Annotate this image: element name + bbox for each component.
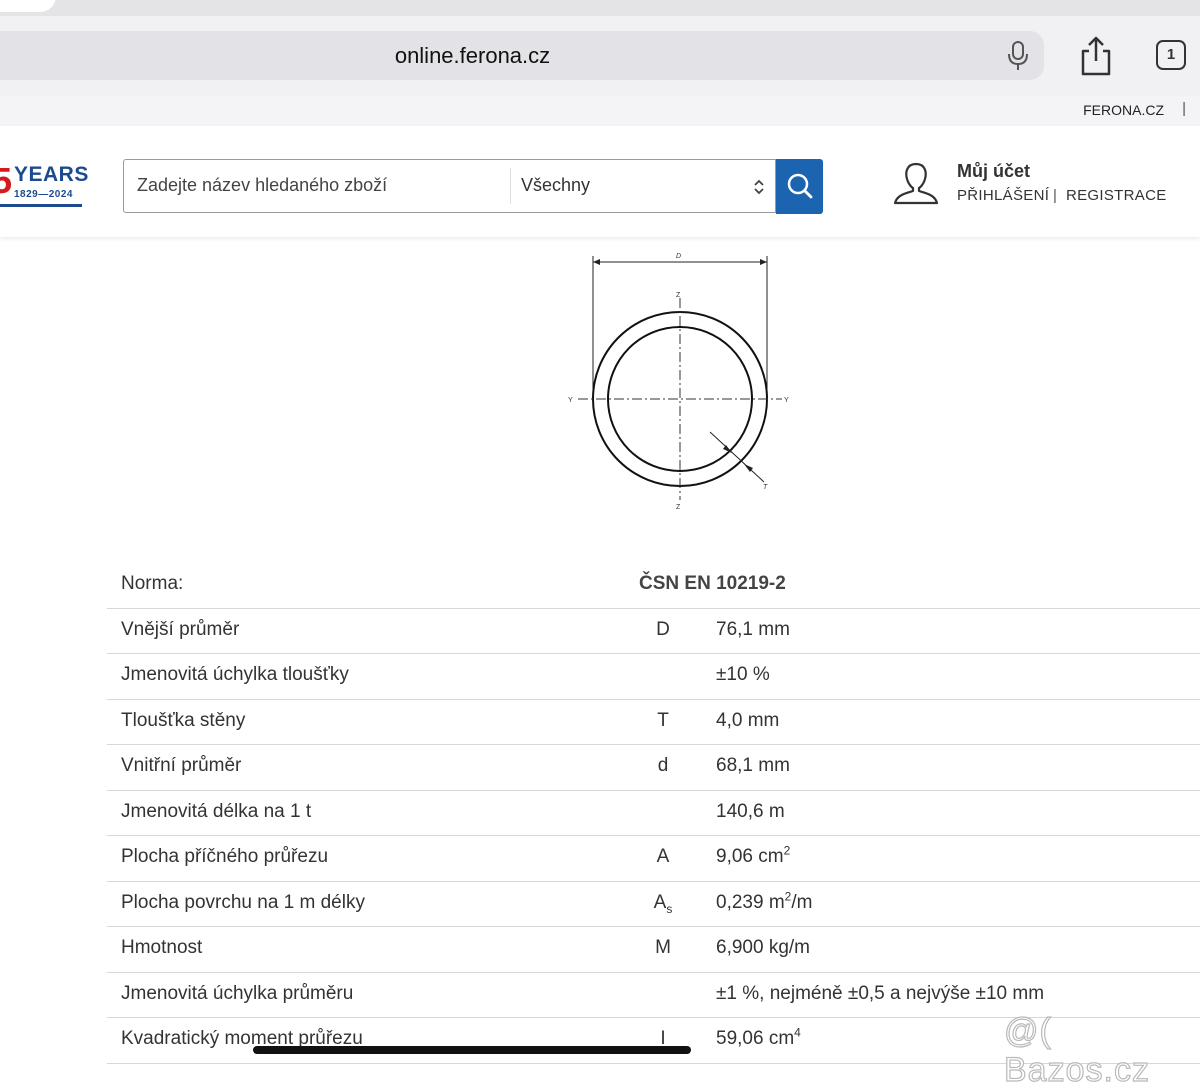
- microphone-icon[interactable]: [1006, 40, 1030, 72]
- norm-value: ČSN EN 10219-2: [639, 573, 786, 594]
- tab-count-button[interactable]: 1: [1156, 40, 1186, 70]
- topbar-separator: |: [1182, 100, 1186, 117]
- property-label: Vnitřní průměr: [121, 755, 242, 776]
- table-row: Plocha povrchu na 1 m délky As 0,239 m2/…: [107, 882, 1200, 927]
- property-value: 140,6 m: [716, 800, 785, 822]
- browser-tab[interactable]: [0, 0, 56, 12]
- property-value: ±1 %, nejméně ±0,5 a nejvýše ±10 mm: [716, 982, 1045, 1004]
- watermark: @( Bazos.cz: [1003, 1011, 1150, 1089]
- property-value: 68,1 mm: [716, 755, 790, 776]
- logo-number: 5: [0, 160, 13, 201]
- property-symbol: As: [653, 891, 673, 916]
- property-symbol: d: [657, 755, 669, 776]
- property-label: Jmenovitá délka na 1 t: [121, 800, 312, 822]
- table-row: Jmenovitá úchylka tloušťky ±10 %: [107, 654, 1200, 700]
- table-row: Plocha příčného průřezu A 9,06 cm2: [107, 836, 1200, 882]
- property-value: 59,06 cm4: [716, 1025, 801, 1049]
- search-button[interactable]: [776, 159, 823, 214]
- ferona-link[interactable]: FERONA.CZ: [1083, 102, 1164, 118]
- dimension-D-label: D: [676, 253, 681, 260]
- property-value: 9,06 cm2: [716, 843, 791, 867]
- logo-underline: [0, 204, 82, 207]
- axis-z-top-label: Z: [676, 292, 681, 299]
- share-icon[interactable]: [1078, 35, 1114, 77]
- tab-strip: [0, 0, 1200, 16]
- properties-table: Norma: ČSN EN 10219-2 Vnější průměr D 76…: [107, 563, 1200, 1064]
- chevron-updown-icon[interactable]: [752, 177, 766, 197]
- axis-y-left-label: Y: [568, 397, 573, 404]
- property-symbol: M: [655, 937, 671, 958]
- property-value: ±10 %: [716, 664, 770, 685]
- table-row: Jmenovitá délka na 1 t 140,6 m: [107, 791, 1200, 836]
- axis-y-right-label: Y: [784, 397, 789, 404]
- home-indicator[interactable]: [253, 1046, 691, 1054]
- table-header-row: Norma: ČSN EN 10219-2: [107, 563, 1200, 609]
- account-title[interactable]: Můj účet: [957, 161, 1030, 182]
- register-link[interactable]: REGISTRACE: [1066, 187, 1167, 204]
- property-symbol: T: [657, 709, 669, 731]
- logo-years: YEARS: [14, 163, 89, 186]
- url-text[interactable]: online.ferona.cz: [0, 43, 945, 69]
- axis-z-bottom-label: Z: [676, 504, 681, 511]
- table-row: Vnitřní průměr d 68,1 mm: [107, 745, 1200, 791]
- property-symbol: A: [656, 846, 670, 867]
- table-row: Hmotnost M 6,900 kg/m: [107, 927, 1200, 973]
- account-separator: |: [1053, 187, 1057, 204]
- property-value: 0,239 m2/m: [716, 889, 813, 913]
- search-icon: [787, 173, 813, 199]
- login-link[interactable]: PŘIHLÁŠENÍ: [957, 187, 1049, 204]
- logo-dates: 1829—2024: [14, 189, 73, 200]
- property-value: 76,1 mm: [716, 618, 790, 640]
- table-row: Tloušťka stěny T 4,0 mm: [107, 700, 1200, 745]
- property-label: Plocha příčného průřezu: [121, 846, 329, 867]
- property-value: 4,0 mm: [716, 709, 780, 731]
- property-label: Jmenovitá úchylka tloušťky: [121, 664, 349, 685]
- property-label: Hmotnost: [121, 937, 203, 958]
- property-label: Vnější průměr: [121, 618, 240, 640]
- property-label: Plocha povrchu na 1 m délky: [121, 891, 365, 913]
- property-label: Jmenovitá úchylka průměru: [121, 982, 354, 1004]
- norm-label: Norma:: [121, 573, 184, 594]
- table-row: Vnější průměr D 76,1 mm: [107, 609, 1200, 654]
- user-icon[interactable]: [892, 160, 940, 208]
- site-topbar: FERONA.CZ |: [0, 96, 1200, 126]
- property-value: 6,900 kg/m: [716, 937, 810, 958]
- property-label: Tloušťka stěny: [121, 709, 246, 731]
- browser-chrome: online.ferona.cz 1: [0, 0, 1200, 97]
- category-select[interactable]: Všechny: [521, 175, 590, 196]
- thickness-T-label: T: [763, 484, 768, 491]
- search-input[interactable]: [137, 175, 497, 196]
- property-symbol: D: [656, 618, 670, 640]
- category-divider: [510, 168, 511, 204]
- tube-cross-section-drawing: D Y Y Z Z T: [568, 253, 789, 511]
